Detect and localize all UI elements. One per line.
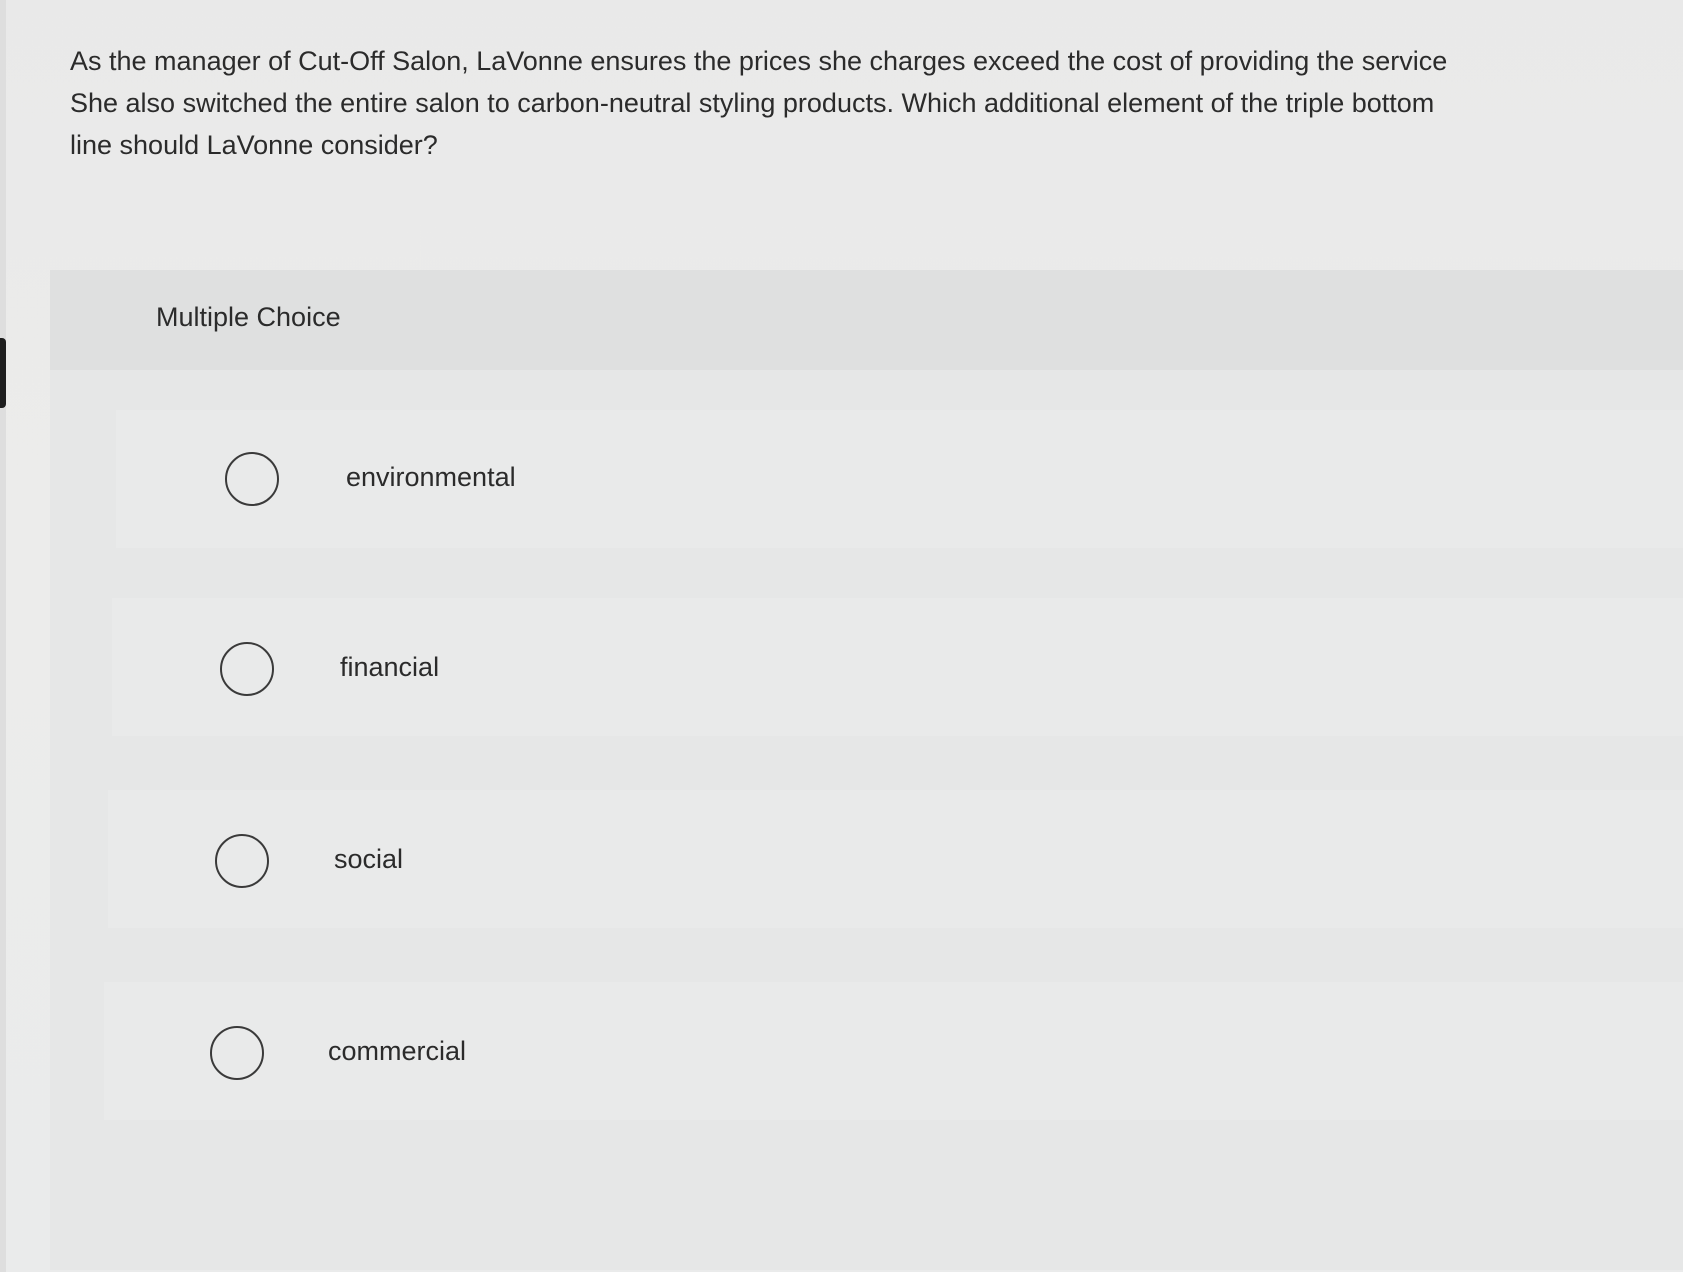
multiple-choice-panel: Multiple Choice environmental financial … bbox=[50, 270, 1683, 1270]
side-panel-handle[interactable] bbox=[0, 338, 6, 408]
question-line-2: She also switched the entire salon to ca… bbox=[70, 88, 1435, 118]
answer-option-label: social bbox=[334, 844, 404, 874]
answer-option-financial[interactable]: financial bbox=[112, 598, 1683, 736]
answer-options-list: environmental financial social commercia… bbox=[50, 370, 1683, 1270]
radio-unselected-icon[interactable] bbox=[210, 1026, 264, 1080]
answer-option-label: environmental bbox=[346, 462, 516, 492]
radio-unselected-icon[interactable] bbox=[215, 834, 269, 888]
question-line-3: line should LaVonne consider? bbox=[70, 130, 438, 160]
answer-option-commercial[interactable]: commercial bbox=[104, 982, 1683, 1120]
radio-unselected-icon[interactable] bbox=[220, 642, 274, 696]
answer-option-environmental[interactable]: environmental bbox=[116, 410, 1683, 548]
question-line-1: As the manager of Cut-Off Salon, LaVonne… bbox=[70, 46, 1448, 76]
question-text: As the manager of Cut-Off Salon, LaVonne… bbox=[70, 40, 1683, 166]
answer-option-label: commercial bbox=[328, 1036, 467, 1066]
multiple-choice-header: Multiple Choice bbox=[50, 270, 1683, 370]
multiple-choice-title: Multiple Choice bbox=[156, 302, 341, 332]
answer-option-social[interactable]: social bbox=[108, 790, 1683, 928]
answer-option-label: financial bbox=[340, 652, 440, 682]
radio-unselected-icon[interactable] bbox=[225, 452, 279, 506]
screen-left-edge bbox=[0, 0, 6, 1272]
